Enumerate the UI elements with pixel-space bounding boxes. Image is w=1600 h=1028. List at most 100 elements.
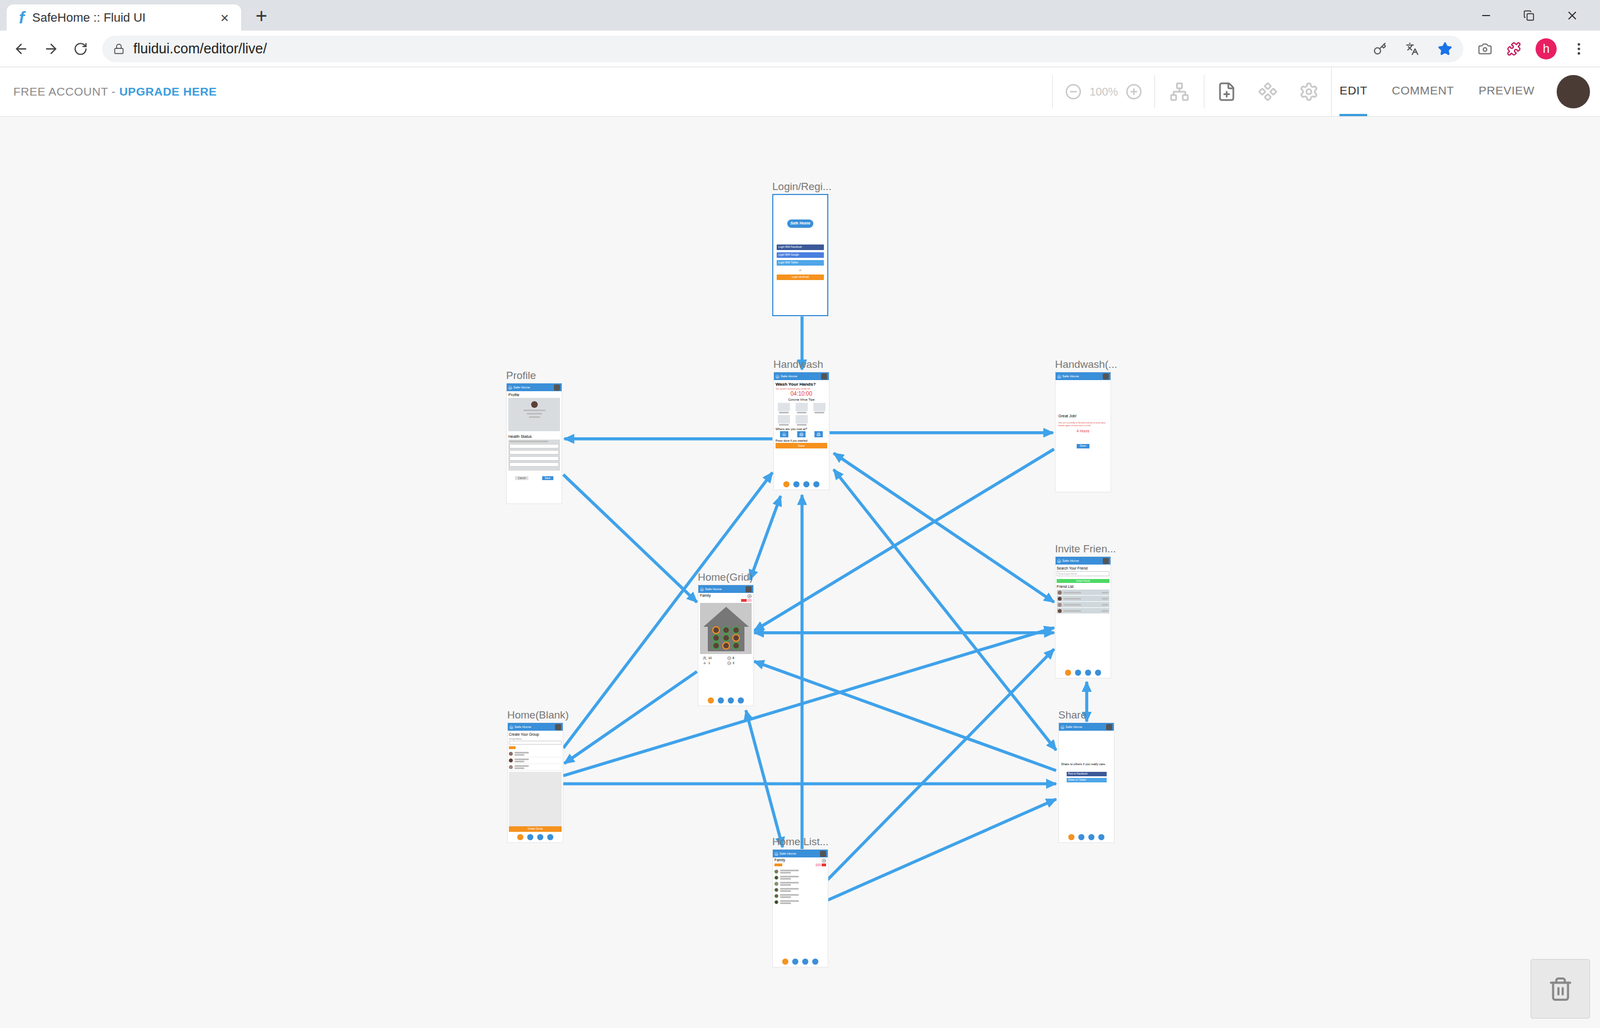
key-icon[interactable]: [1373, 42, 1387, 56]
connection-arrow[interactable]: [563, 782, 1057, 786]
add-button[interactable]: [508, 746, 516, 749]
tab-close[interactable]: ×: [220, 10, 229, 25]
add-member-icon[interactable]: [747, 593, 752, 599]
create-group-button[interactable]: Create Group: [508, 826, 562, 832]
nav-button[interactable]: [707, 697, 714, 704]
connection-arrow[interactable]: [563, 627, 1054, 776]
forward-icon[interactable]: [43, 41, 59, 57]
nav-button[interactable]: [517, 833, 524, 840]
nav-button[interactable]: [547, 833, 554, 840]
nav-button[interactable]: [1085, 669, 1092, 676]
friend-row[interactable]: [1056, 601, 1110, 608]
connection-arrow[interactable]: [833, 469, 1057, 750]
nav-button[interactable]: [1088, 833, 1095, 840]
member-row[interactable]: [774, 886, 827, 893]
connection-arrow[interactable]: [753, 661, 1057, 771]
location-button[interactable]: [797, 431, 806, 438]
member-row[interactable]: [774, 868, 827, 875]
mode-tab[interactable]: COMMENT: [1391, 67, 1454, 117]
screen-node[interactable]: Home(Grid)Safe HomeFamily10813: [697, 571, 754, 707]
connection-arrow[interactable]: [564, 437, 773, 441]
nav-button[interactable]: [792, 958, 799, 965]
nav-button[interactable]: [783, 481, 790, 488]
menu-icon[interactable]: [1571, 41, 1587, 57]
widgets-icon[interactable]: [1257, 81, 1278, 102]
screen-node[interactable]: ProfileSafe HomeProfileHealth StatusCanc…: [506, 369, 563, 504]
connection-arrow[interactable]: [827, 798, 1057, 900]
friend-row[interactable]: [1056, 607, 1110, 614]
done-button[interactable]: Done: [1076, 443, 1090, 449]
user-avatar[interactable]: [1556, 75, 1590, 109]
nav-button[interactable]: [727, 697, 734, 704]
connection-arrow[interactable]: [829, 431, 1053, 435]
screen-node[interactable]: Home(Blank)Safe HomeCreate Your GroupGro…: [507, 708, 569, 843]
new-tab-button[interactable]: +: [255, 6, 268, 27]
screen-node[interactable]: Home List...Safe HomeFamily: [772, 835, 829, 968]
add-member-icon[interactable]: [821, 858, 827, 863]
invite-button[interactable]: Invite Friend: [1056, 578, 1110, 583]
nav-button[interactable]: [717, 697, 724, 704]
reload-icon[interactable]: [73, 41, 88, 57]
nav-button[interactable]: [537, 833, 544, 840]
nav-button[interactable]: [813, 481, 820, 488]
connection-arrow[interactable]: [753, 631, 1054, 635]
friend-row[interactable]: [1056, 595, 1110, 602]
location-button[interactable]: [780, 431, 789, 438]
health-form[interactable]: [508, 439, 560, 471]
profile-avatar[interactable]: h: [1535, 38, 1557, 60]
member-row[interactable]: [774, 892, 827, 899]
screen-node[interactable]: HandwashSafe HomeWash Your Hands?You hav…: [773, 358, 830, 490]
zoom-out-icon[interactable]: [1065, 83, 1082, 100]
nav-button[interactable]: [1098, 833, 1105, 840]
done-button[interactable]: Done: [775, 442, 828, 449]
nav-button[interactable]: [1065, 669, 1072, 676]
nav-button[interactable]: [737, 697, 744, 704]
screen-node[interactable]: Login/Regi...Safe HomeLogin With Faceboo…: [772, 180, 832, 317]
login-button[interactable]: Login With Twitter: [776, 260, 824, 266]
browser-tab[interactable]: fSafeHome :: Fluid UI×: [6, 4, 242, 31]
back-icon[interactable]: [13, 41, 29, 57]
nav-button[interactable]: [803, 481, 810, 488]
trash-button[interactable]: [1530, 958, 1590, 1019]
settings-icon[interactable]: [1298, 81, 1319, 102]
nav-button[interactable]: [1075, 669, 1082, 676]
form-button[interactable]: Cancel: [515, 476, 529, 480]
search-field[interactable]: Search your friend: [1056, 571, 1110, 577]
nav-button[interactable]: [793, 481, 800, 488]
connection-arrow[interactable]: [800, 495, 804, 849]
nav-button[interactable]: [1068, 833, 1075, 840]
minimize-icon[interactable]: [1480, 9, 1493, 22]
screen-node[interactable]: Handwash(...Safe HomeGreat Job!You are c…: [1055, 358, 1118, 493]
connection-arrow[interactable]: [827, 648, 1055, 880]
upgrade-link[interactable]: UPGRADE HERE: [119, 82, 218, 101]
form-button[interactable]: Save: [542, 476, 554, 480]
connection-arrow[interactable]: [833, 453, 1055, 603]
connection-arrow[interactable]: [563, 474, 698, 603]
member-row[interactable]: [774, 874, 827, 881]
email-button[interactable]: Login via Email: [776, 274, 824, 280]
screen-node[interactable]: ShareSafe HomeShare to others if you rea…: [1058, 708, 1115, 843]
close-window-icon[interactable]: [1565, 8, 1579, 23]
connection-arrow[interactable]: [563, 472, 773, 748]
friend-row[interactable]: [1056, 589, 1110, 596]
group-name-field[interactable]: [508, 740, 562, 745]
share-button[interactable]: Share on Twitter: [1066, 777, 1107, 783]
member-row[interactable]: [774, 880, 827, 887]
member-row[interactable]: [774, 898, 827, 905]
login-button[interactable]: Login With Facebook: [776, 244, 824, 250]
connection-arrow[interactable]: [564, 671, 698, 764]
connection-arrow[interactable]: [750, 496, 781, 580]
add-page-icon[interactable]: [1216, 81, 1237, 102]
login-button[interactable]: Login With Google: [776, 252, 824, 258]
camera-icon[interactable]: [1477, 41, 1493, 57]
omnibox[interactable]: fluidui.com/editor/live/: [102, 35, 1464, 63]
nav-button[interactable]: [1078, 833, 1085, 840]
nav-button[interactable]: [812, 958, 819, 965]
share-button[interactable]: Post to Facebook: [1066, 771, 1107, 777]
screen-node[interactable]: Invite Frien...Safe HomeSearch Your Frie…: [1055, 542, 1117, 679]
location-button[interactable]: [814, 431, 823, 438]
nav-button[interactable]: [782, 958, 789, 965]
sitemap-icon[interactable]: [1169, 81, 1190, 102]
canvas[interactable]: Login/Regi...Safe HomeLogin With Faceboo…: [0, 116, 1600, 1028]
mode-tab[interactable]: PREVIEW: [1478, 67, 1535, 117]
